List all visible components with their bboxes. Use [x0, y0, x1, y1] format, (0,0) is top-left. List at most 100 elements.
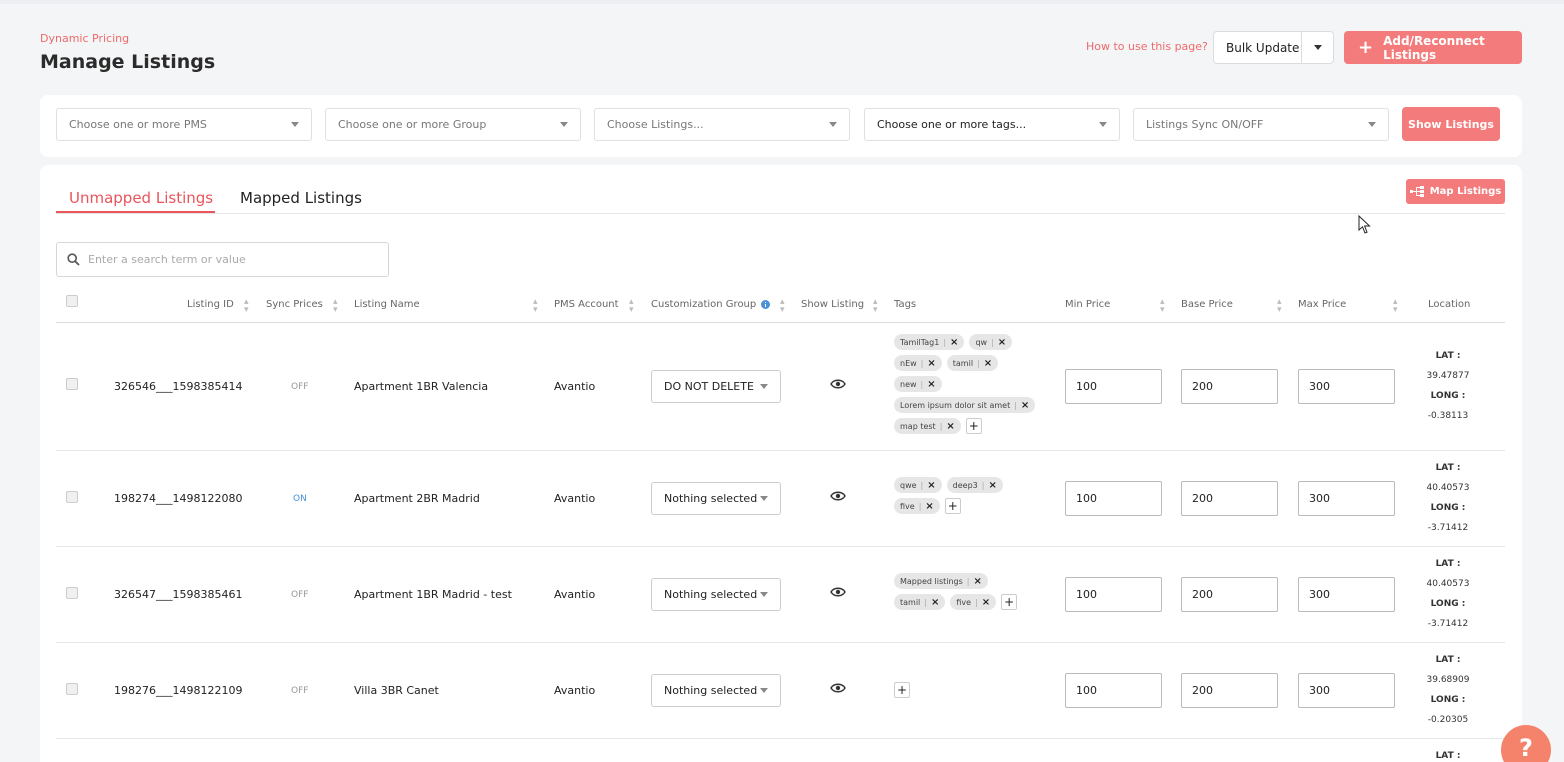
- close-icon[interactable]: ×: [931, 597, 939, 608]
- tag-label: qwe: [900, 480, 917, 490]
- sort-icon[interactable]: ▴ ▾: [333, 298, 338, 315]
- min-price-input[interactable]: [1065, 481, 1162, 516]
- group-select-label: Choose one or more Group: [338, 118, 487, 131]
- mouse-cursor-icon: [1358, 215, 1371, 234]
- sync-status[interactable]: OFF: [291, 382, 308, 392]
- sort-icon[interactable]: ▴ ▾: [1277, 298, 1282, 315]
- close-icon[interactable]: ×: [998, 337, 1006, 348]
- tags-select[interactable]: Choose one or more tags...: [864, 108, 1120, 141]
- sort-icon[interactable]: ▴ ▾: [533, 298, 538, 315]
- col-show-listing[interactable]: Show Listing: [801, 299, 864, 310]
- max-price-input[interactable]: [1298, 673, 1395, 708]
- bulk-update-dropdown-toggle[interactable]: [1301, 32, 1333, 63]
- col-customization-group[interactable]: Customization Group: [651, 299, 771, 310]
- show-listings-button[interactable]: Show Listings: [1402, 107, 1500, 141]
- col-listing-name[interactable]: Listing Name: [354, 299, 420, 310]
- customization-group-select[interactable]: DO NOT DELETE: [651, 370, 781, 403]
- col-base-price[interactable]: Base Price: [1181, 299, 1233, 310]
- sync-status[interactable]: OFF: [291, 590, 308, 600]
- row-checkbox[interactable]: [66, 587, 78, 599]
- how-to-link[interactable]: How to use this page?: [1086, 40, 1208, 53]
- lat-label: LAT :: [1435, 463, 1461, 473]
- min-price-input[interactable]: [1065, 673, 1162, 708]
- tabs-divider: [56, 213, 1505, 214]
- sync-status[interactable]: OFF: [291, 686, 308, 696]
- tag-list: TamilTag1 | × qw | × nEw | × tamil | × new | × Lor…: [894, 334, 1044, 434]
- row-checkbox[interactable]: [66, 378, 78, 390]
- sync-status[interactable]: ON: [293, 494, 307, 504]
- min-price-input[interactable]: [1065, 577, 1162, 612]
- customization-group-select[interactable]: Nothing selected: [651, 482, 781, 515]
- min-price-input[interactable]: [1065, 369, 1162, 404]
- sort-icon[interactable]: ▴ ▾: [244, 298, 249, 315]
- eye-icon[interactable]: [830, 378, 846, 390]
- add-tag-button[interactable]: +: [944, 498, 961, 514]
- bulk-update-button[interactable]: Bulk Update: [1213, 31, 1334, 64]
- close-icon[interactable]: ×: [984, 358, 992, 369]
- sync-select[interactable]: Listings Sync ON/OFF: [1133, 108, 1389, 141]
- lat-label: LAT :: [1435, 351, 1461, 361]
- base-price-input[interactable]: [1181, 577, 1278, 612]
- max-price-input[interactable]: [1298, 577, 1395, 612]
- close-icon[interactable]: ×: [925, 501, 933, 512]
- pms-account: Avantio: [554, 380, 596, 393]
- map-listings-button[interactable]: Map Listings: [1406, 179, 1505, 204]
- search-box[interactable]: [56, 242, 389, 277]
- row-checkbox[interactable]: [66, 491, 78, 503]
- eye-icon[interactable]: [830, 490, 846, 502]
- tag-list: qwe | × deep3 | × five | × +: [894, 477, 1014, 514]
- listings-select[interactable]: Choose Listings...: [594, 108, 850, 141]
- add-tag-button[interactable]: +: [965, 418, 982, 434]
- eye-icon[interactable]: [830, 682, 846, 694]
- col-customization-group-label: Customization Group: [651, 299, 757, 310]
- close-icon[interactable]: ×: [974, 576, 982, 587]
- close-icon[interactable]: ×: [927, 379, 935, 390]
- tag-label: nEw: [900, 358, 917, 368]
- sort-icon[interactable]: ▴ ▾: [873, 298, 878, 315]
- select-all-checkbox[interactable]: [66, 295, 78, 307]
- sort-icon[interactable]: ▴ ▾: [780, 298, 785, 315]
- tab-mapped-listings[interactable]: Mapped Listings: [240, 189, 362, 207]
- sort-icon[interactable]: ▴ ▾: [1160, 298, 1165, 315]
- help-button[interactable]: ?: [1501, 725, 1551, 762]
- search-input[interactable]: [88, 253, 368, 266]
- row-checkbox[interactable]: [66, 683, 78, 695]
- base-price-input[interactable]: [1181, 673, 1278, 708]
- chevron-down-icon: [760, 384, 768, 389]
- col-sync-prices[interactable]: Sync Prices: [266, 299, 323, 310]
- close-icon[interactable]: ×: [946, 421, 954, 432]
- close-icon[interactable]: ×: [950, 337, 958, 348]
- col-max-price[interactable]: Max Price: [1298, 299, 1346, 310]
- customization-group-select[interactable]: Nothing selected: [651, 674, 781, 707]
- breadcrumb[interactable]: Dynamic Pricing: [40, 32, 129, 45]
- max-price-input[interactable]: [1298, 369, 1395, 404]
- info-icon[interactable]: [761, 300, 771, 309]
- customization-group-select[interactable]: Nothing selected: [651, 578, 781, 611]
- base-price-input[interactable]: [1181, 369, 1278, 404]
- close-icon[interactable]: ×: [1021, 400, 1029, 411]
- sort-icon[interactable]: ▴ ▾: [629, 298, 634, 315]
- group-select[interactable]: Choose one or more Group: [325, 108, 581, 141]
- close-icon[interactable]: ×: [927, 480, 935, 491]
- bulk-update-label: Bulk Update: [1226, 40, 1300, 55]
- add-tag-button[interactable]: +: [894, 682, 910, 698]
- col-listing-id[interactable]: Listing ID: [187, 299, 234, 310]
- max-price-input[interactable]: [1298, 481, 1395, 516]
- lat-value: 40.40573: [1426, 483, 1470, 493]
- eye-icon[interactable]: [830, 586, 846, 598]
- chevron-down-icon: [760, 496, 768, 501]
- col-min-price[interactable]: Min Price: [1065, 299, 1110, 310]
- add-tag-button[interactable]: +: [1001, 594, 1018, 610]
- add-reconnect-listings-button[interactable]: + Add/Reconnect Listings: [1344, 31, 1522, 64]
- tag-label: qw: [975, 337, 988, 347]
- base-price-input[interactable]: [1181, 481, 1278, 516]
- long-value: -0.38113: [1427, 411, 1469, 421]
- col-pms-account[interactable]: PMS Account: [554, 299, 619, 310]
- close-icon[interactable]: ×: [982, 597, 990, 608]
- close-icon[interactable]: ×: [927, 358, 935, 369]
- close-icon[interactable]: ×: [988, 480, 996, 491]
- tag-list: Mapped listings | × tamil | × five | × +: [894, 573, 1034, 610]
- pms-select[interactable]: Choose one or more PMS: [56, 108, 312, 141]
- sort-icon[interactable]: ▴ ▾: [1393, 298, 1398, 315]
- tab-unmapped-listings[interactable]: Unmapped Listings: [69, 189, 213, 207]
